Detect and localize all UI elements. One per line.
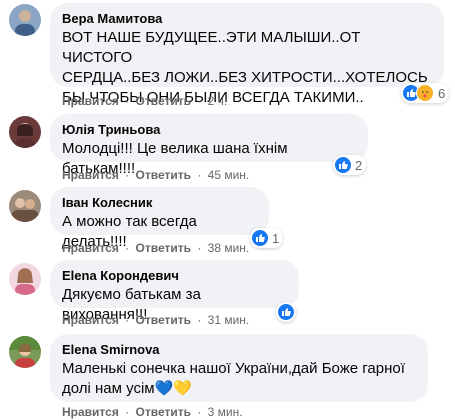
reaction-count: 1: [272, 230, 280, 246]
like-icon: [278, 304, 294, 320]
reply-button[interactable]: Ответить: [136, 168, 191, 182]
comment-timestamp[interactable]: 45 мин.: [208, 168, 250, 182]
like-icon: [252, 230, 268, 246]
avatar[interactable]: [9, 116, 41, 148]
reaction-count: 2: [355, 157, 363, 173]
separator: ·: [125, 241, 130, 255]
avatar[interactable]: [9, 4, 41, 36]
comment-bubble: Іван Колесник А можно так всегда делать!…: [50, 187, 269, 250]
comment-author[interactable]: Іван Колесник: [62, 195, 257, 211]
comment-author[interactable]: Вера Мамитова: [62, 11, 432, 27]
separator: ·: [197, 94, 202, 108]
comment-bubble: Elena Корондевич Дякуємо батькам за вихо…: [50, 260, 299, 323]
separator: ·: [125, 313, 130, 327]
like-button[interactable]: Нравится: [62, 94, 119, 108]
avatar[interactable]: [9, 263, 41, 295]
like-button[interactable]: Нравится: [62, 241, 119, 255]
comment-actions: Нравится · Ответить · 3 мин.: [62, 404, 243, 420]
comment-bubble: Юлія Триньова Молодці!!! Це велика шана …: [50, 114, 368, 177]
comment-actions: Нравится · Ответить · 2 ч.: [62, 93, 227, 109]
like-button[interactable]: Нравится: [62, 313, 119, 327]
separator: ·: [197, 168, 202, 182]
reaction-summary[interactable]: 1: [250, 228, 284, 248]
separator: ·: [197, 241, 202, 255]
comment-timestamp[interactable]: 2 ч.: [208, 94, 228, 108]
comment-actions: Нравится · Ответить · 45 мин.: [62, 167, 249, 183]
comment-author[interactable]: Юлія Триньова: [62, 122, 356, 138]
care-icon: [416, 84, 434, 102]
comment-author[interactable]: Elena Корондевич: [62, 268, 287, 284]
comment-bubble: Elena Smirnova Маленькі сонечка нашої Ук…: [50, 334, 428, 402]
reply-button[interactable]: Ответить: [136, 241, 191, 255]
reaction-summary[interactable]: 2: [333, 155, 367, 175]
like-icon: [335, 157, 351, 173]
separator: ·: [197, 313, 202, 327]
reply-button[interactable]: Ответить: [136, 94, 191, 108]
avatar[interactable]: [9, 336, 41, 368]
like-button[interactable]: Нравится: [62, 168, 119, 182]
reaction-count: 6: [438, 85, 446, 101]
separator: ·: [125, 168, 130, 182]
comment-actions: Нравится · Ответить · 38 мин.: [62, 240, 249, 256]
reply-button[interactable]: Ответить: [136, 313, 191, 327]
separator: ·: [125, 94, 130, 108]
avatar[interactable]: [9, 190, 41, 222]
reaction-summary[interactable]: 6: [401, 83, 450, 103]
comment-timestamp[interactable]: 31 мин.: [208, 313, 250, 327]
comment-text: Маленькі сонечка нашої України,дай Боже …: [62, 360, 405, 397]
comment-actions: Нравится · Ответить · 31 мин.: [62, 312, 249, 328]
comment-timestamp[interactable]: 38 мин.: [208, 241, 250, 255]
comment-bubble: Вера Мамитова ВОТ НАШЕ БУДУЩЕЕ..ЭТИ МАЛЫ…: [50, 3, 444, 106]
comment-author[interactable]: Elena Smirnova: [62, 342, 416, 358]
reaction-summary[interactable]: [276, 302, 296, 322]
